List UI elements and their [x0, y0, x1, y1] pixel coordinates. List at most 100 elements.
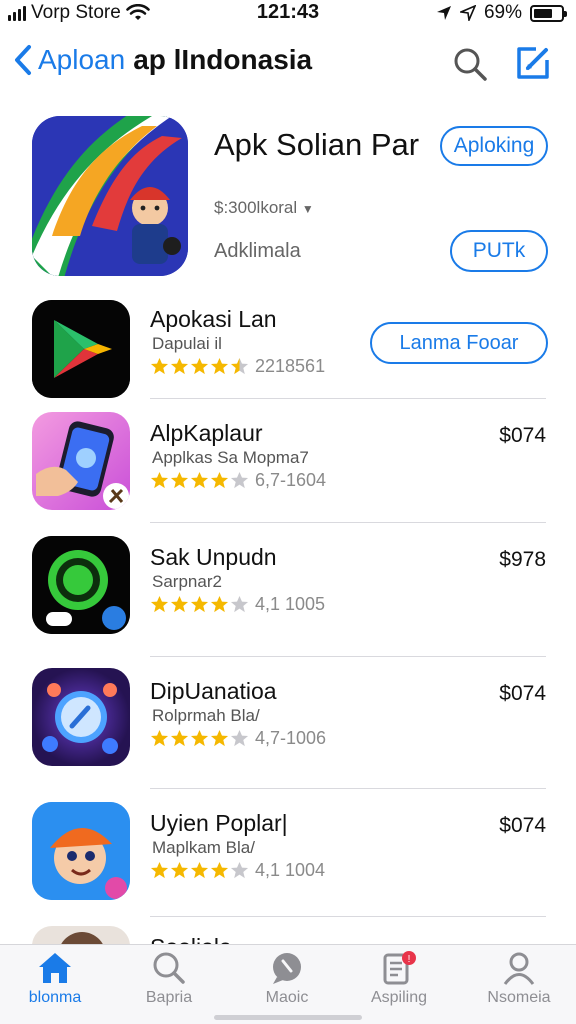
featured-price-text: $:300lkoral: [214, 198, 298, 217]
star-icon: [230, 357, 249, 375]
notes-icon: !: [383, 951, 416, 985]
app-rating: 4,7-1006: [150, 728, 326, 749]
app-icon-compass: [32, 668, 130, 766]
app-icon-phone-hand: [32, 412, 130, 510]
app-price[interactable]: $074: [499, 424, 546, 448]
star-icon: [210, 471, 229, 489]
tab-label: Aspiling: [370, 989, 428, 1006]
star-icon: [170, 861, 189, 879]
star-icon: [210, 357, 229, 375]
compose-icon: [517, 47, 549, 79]
app-name: DipUanatioa: [150, 678, 277, 704]
app-action-button[interactable]: Lanma Fooar: [370, 322, 548, 364]
star-icon: [150, 357, 169, 375]
app-icon-chat: [32, 536, 130, 634]
chevron-left-icon: [15, 45, 31, 75]
chat-icon: [273, 953, 301, 984]
list-item[interactable]: AlpKaplaur Applkas Sa Mopma7 6,7-1604 $0…: [0, 410, 576, 530]
tab-home[interactable]: blonma: [0, 951, 110, 1007]
location-outline-icon: [459, 5, 476, 21]
status-bar: Vorp Store 121:43 69%: [0, 0, 576, 26]
star-icon: [230, 729, 249, 747]
featured-app-name: Apk Solian Par: [214, 127, 420, 162]
app-subtitle: Rolprmah Bla/: [152, 706, 260, 725]
featured-app-subtitle: Adklimala: [214, 240, 301, 262]
star-icon: [150, 471, 169, 489]
star-icon: [150, 595, 169, 613]
battery-fill: [534, 8, 552, 18]
app-name: Apokasi Lan: [150, 306, 277, 332]
battery-percent: 69%: [483, 2, 522, 23]
list-item[interactable]: Sooliala: [0, 926, 576, 944]
app-subtitle: Sarpnar2: [152, 572, 222, 591]
home-icon: [39, 953, 71, 983]
featured-app[interactable]: Apk Solian Par $:300lkoral ▼ Adklimala A…: [0, 112, 576, 282]
tab-profile[interactable]: Nsomeia: [464, 951, 574, 1007]
tab-label: Maoic: [265, 989, 309, 1006]
tab-search[interactable]: Bapria: [114, 951, 224, 1007]
featured-get-button[interactable]: Aploking: [440, 126, 548, 166]
star-icon: [230, 471, 249, 489]
list-item[interactable]: DipUanatioa Rolprmah Bla/ 4,7-1006 $074: [0, 668, 576, 788]
app-icon-character: [32, 802, 130, 900]
back-button[interactable]: Aploan ap lIndonasia: [14, 44, 312, 76]
star-icon: [230, 595, 249, 613]
star-icon: [190, 729, 209, 747]
star-icon: [170, 357, 189, 375]
featured-secondary-button[interactable]: PUTk: [450, 230, 548, 272]
star-icon: [190, 595, 209, 613]
tab-label: Nsomeia: [487, 989, 551, 1006]
star-icon: [170, 595, 189, 613]
star-icon: [170, 729, 189, 747]
caret-down-icon: ▼: [301, 202, 314, 216]
app-price[interactable]: $074: [499, 682, 546, 706]
app-rating: 2218561: [150, 356, 325, 377]
featured-app-icon: [32, 116, 188, 276]
list-item[interactable]: Uyien Poplar| Maplkam Bla/ 4,1 1004 $074: [0, 800, 576, 920]
tab-chat[interactable]: Maoic: [232, 951, 342, 1007]
search-icon: [454, 48, 487, 81]
rating-count: 6,7-1604: [255, 470, 327, 490]
search-icon: [153, 952, 185, 984]
rating-count: 4,1 1005: [255, 594, 326, 614]
tab-notes[interactable]: ! Aspiling: [344, 951, 454, 1007]
app-name: AlpKaplaur: [150, 420, 263, 446]
featured-app-price: $:300lkoral ▼: [214, 198, 314, 218]
rating-count: 4,1 1004: [255, 860, 326, 880]
app-price[interactable]: $074: [499, 814, 546, 838]
rating-stars: [150, 357, 249, 376]
star-icon: [150, 729, 169, 747]
divider: [150, 398, 546, 399]
nav-bar: Aploan ap lIndonasia: [0, 38, 576, 90]
notes-badge: !: [408, 954, 411, 965]
star-icon: [210, 595, 229, 613]
app-price[interactable]: $978: [499, 548, 546, 572]
app-rating: 6,7-1604: [150, 470, 326, 491]
star-icon: [190, 861, 209, 879]
app-name: Sak Unpudn: [150, 544, 277, 570]
compose-button[interactable]: [514, 44, 552, 87]
list-item[interactable]: Apokasi Lan Dapulai il 2218561 Lanma Foo…: [0, 298, 576, 418]
star-icon: [230, 861, 249, 879]
app-name: Sooliala: [150, 934, 232, 944]
app-name: Uyien Poplar|: [150, 810, 288, 836]
star-icon: [170, 471, 189, 489]
star-icon: [150, 861, 169, 879]
app-rating: 4,1 1004: [150, 860, 325, 881]
location-icon: [436, 6, 451, 20]
profile-icon: [503, 952, 535, 985]
divider: [150, 522, 546, 523]
app-subtitle: Maplkam Bla/: [152, 838, 255, 857]
page-title: ap lIndonasia: [133, 44, 313, 75]
tab-label: Bapria: [145, 989, 193, 1006]
status-right: 69%: [436, 2, 567, 24]
tab-bar: blonma Bapria Maoic ! Aspiling Nsomeia: [0, 944, 576, 1024]
rating-count: 2218561: [255, 356, 326, 376]
rating-stars: [150, 729, 249, 748]
app-subtitle: Dapulai il: [152, 334, 222, 353]
star-icon: [190, 357, 209, 375]
list-item[interactable]: Sak Unpudn Sarpnar2 4,1 1005 $978: [0, 534, 576, 654]
app-rating: 4,1 1005: [150, 594, 325, 615]
rating-stars: [150, 861, 249, 880]
search-button[interactable]: [452, 46, 488, 87]
